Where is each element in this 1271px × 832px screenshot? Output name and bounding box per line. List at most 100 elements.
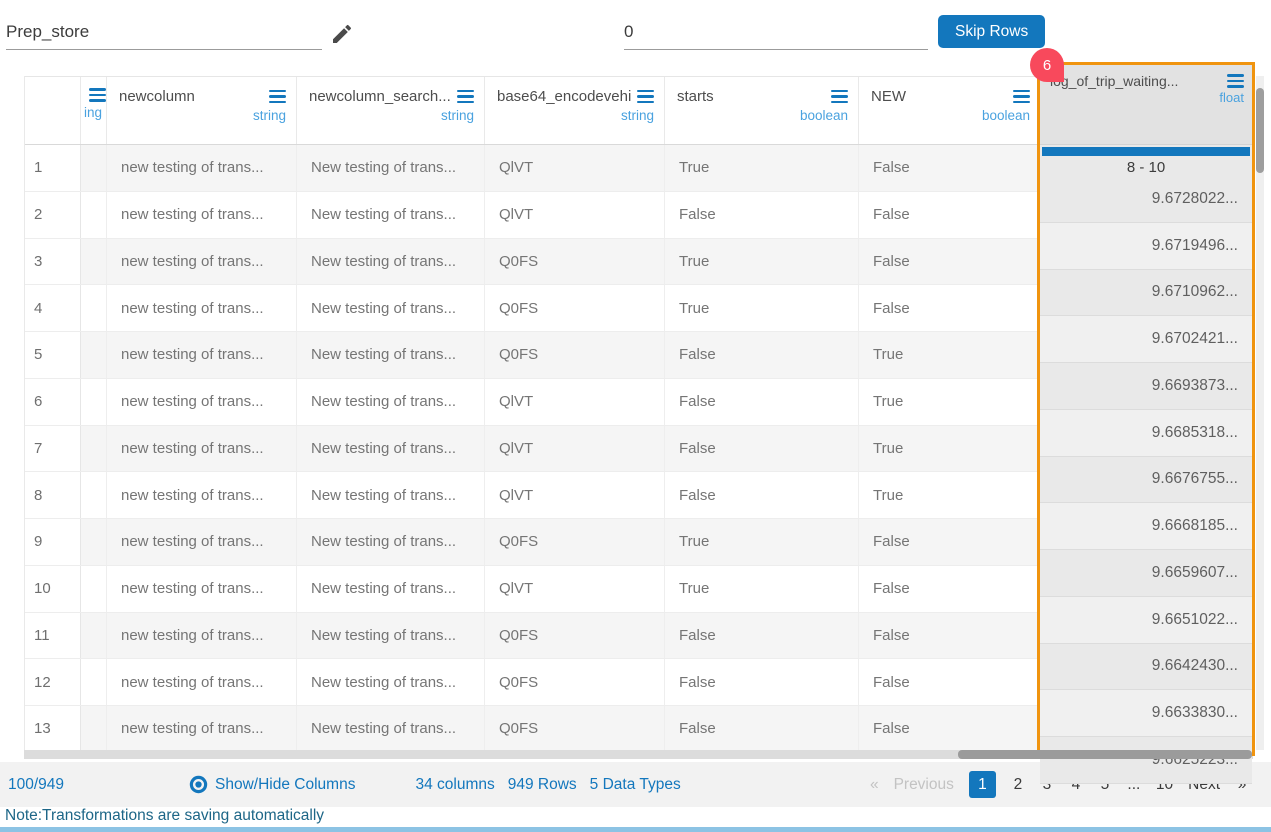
table-cell[interactable]: new testing of trans... (107, 192, 297, 238)
highlighted-column-header[interactable]: log_of_trip_waiting... float (1040, 65, 1252, 145)
table-cell[interactable]: Q0FS (485, 519, 665, 565)
table-cell[interactable]: False (665, 379, 859, 425)
column-menu-icon[interactable] (1013, 90, 1030, 104)
table-cell[interactable]: new testing of trans... (107, 285, 297, 331)
vertical-scrollbar-track[interactable] (1256, 76, 1264, 750)
highlighted-column[interactable]: log_of_trip_waiting... float 8 - 10 9.67… (1037, 62, 1255, 756)
table-cell[interactable]: new testing of trans... (107, 566, 297, 612)
show-hide-columns-button[interactable]: Show/Hide Columns (189, 775, 355, 794)
column-header[interactable]: NEW boolean (859, 77, 1041, 144)
table-cell[interactable] (81, 285, 107, 331)
table-cell[interactable]: New testing of trans... (297, 613, 485, 659)
table-cell[interactable]: Q0FS (485, 659, 665, 705)
highlighted-cell[interactable]: 9.6633830... (1040, 690, 1252, 737)
table-cell[interactable]: new testing of trans... (107, 239, 297, 285)
table-cell[interactable]: False (665, 472, 859, 518)
table-cell[interactable]: QlVT (485, 379, 665, 425)
table-cell[interactable]: False (859, 285, 1041, 331)
table-cell[interactable]: new testing of trans... (107, 426, 297, 472)
table-cell[interactable] (81, 379, 107, 425)
table-cell[interactable]: False (859, 613, 1041, 659)
highlighted-cell[interactable]: 9.6719496... (1040, 223, 1252, 270)
table-cell[interactable]: False (665, 706, 859, 752)
highlighted-cell[interactable]: 9.6728022... (1040, 176, 1252, 223)
vertical-scrollbar-thumb[interactable] (1256, 88, 1264, 173)
highlighted-cell[interactable]: 9.6659607... (1040, 550, 1252, 597)
table-cell[interactable] (81, 426, 107, 472)
rows-count[interactable]: 949 Rows (508, 776, 577, 794)
highlighted-cell[interactable]: 9.6625223... (1040, 737, 1252, 784)
column-header[interactable]: ing (81, 77, 107, 144)
table-cell[interactable]: New testing of trans... (297, 192, 485, 238)
column-menu-icon[interactable] (831, 90, 848, 104)
table-cell[interactable] (81, 659, 107, 705)
table-cell[interactable]: new testing of trans... (107, 379, 297, 425)
table-cell[interactable]: new testing of trans... (107, 659, 297, 705)
column-menu-icon[interactable] (457, 90, 474, 104)
column-header[interactable]: starts boolean (665, 77, 859, 144)
table-cell[interactable]: QlVT (485, 145, 665, 191)
table-cell[interactable]: New testing of trans... (297, 472, 485, 518)
column-menu-icon[interactable] (269, 90, 286, 104)
table-cell[interactable]: False (665, 332, 859, 378)
table-cell[interactable] (81, 472, 107, 518)
table-cell[interactable]: True (859, 472, 1041, 518)
highlighted-cell[interactable]: 9.6693873... (1040, 363, 1252, 410)
table-cell[interactable] (81, 239, 107, 285)
table-cell[interactable]: QlVT (485, 192, 665, 238)
table-cell[interactable] (81, 332, 107, 378)
table-cell[interactable]: New testing of trans... (297, 659, 485, 705)
highlighted-cell[interactable]: 9.6676755... (1040, 457, 1252, 504)
table-cell[interactable]: Q0FS (485, 285, 665, 331)
table-cell[interactable]: New testing of trans... (297, 706, 485, 752)
table-cell[interactable]: False (859, 659, 1041, 705)
table-cell[interactable]: QlVT (485, 426, 665, 472)
table-cell[interactable]: New testing of trans... (297, 239, 485, 285)
table-cell[interactable]: New testing of trans... (297, 566, 485, 612)
table-cell[interactable]: new testing of trans... (107, 706, 297, 752)
horizontal-scrollbar-thumb[interactable] (958, 750, 1252, 759)
table-cell[interactable]: new testing of trans... (107, 472, 297, 518)
table-cell[interactable]: True (665, 239, 859, 285)
table-cell[interactable] (81, 706, 107, 752)
table-cell[interactable] (81, 145, 107, 191)
table-cell[interactable]: False (859, 519, 1041, 565)
skip-rows-button[interactable]: Skip Rows (938, 15, 1045, 48)
table-cell[interactable] (81, 519, 107, 565)
edit-pencil-icon[interactable] (330, 22, 354, 46)
previous-arrow[interactable]: « (870, 776, 879, 794)
table-cell[interactable] (81, 613, 107, 659)
highlighted-cell[interactable]: 9.6651022... (1040, 597, 1252, 644)
page-number[interactable]: 2 (1011, 776, 1025, 794)
table-cell[interactable]: False (859, 239, 1041, 285)
table-cell[interactable]: New testing of trans... (297, 519, 485, 565)
highlighted-cell[interactable]: 9.6668185... (1040, 503, 1252, 550)
highlighted-cell[interactable]: 9.6702421... (1040, 316, 1252, 363)
table-cell[interactable]: False (665, 192, 859, 238)
table-cell[interactable]: New testing of trans... (297, 379, 485, 425)
columns-count[interactable]: 34 columns (415, 776, 494, 794)
table-cell[interactable]: new testing of trans... (107, 145, 297, 191)
table-cell[interactable]: True (665, 519, 859, 565)
table-cell[interactable]: False (859, 192, 1041, 238)
table-cell[interactable]: new testing of trans... (107, 613, 297, 659)
table-cell[interactable]: Q0FS (485, 239, 665, 285)
table-cell[interactable]: False (859, 145, 1041, 191)
column-header[interactable]: newcolumn string (107, 77, 297, 144)
table-cell[interactable]: QlVT (485, 566, 665, 612)
table-cell[interactable]: True (859, 379, 1041, 425)
table-cell[interactable]: True (665, 566, 859, 612)
table-cell[interactable]: New testing of trans... (297, 332, 485, 378)
table-cell[interactable] (81, 192, 107, 238)
table-cell[interactable]: new testing of trans... (107, 332, 297, 378)
annotation-badge[interactable]: 6 (1030, 48, 1064, 82)
table-cell[interactable] (81, 566, 107, 612)
highlighted-cell[interactable]: 9.6685318... (1040, 410, 1252, 457)
column-menu-icon[interactable] (89, 88, 106, 102)
table-cell[interactable]: New testing of trans... (297, 426, 485, 472)
table-cell[interactable]: New testing of trans... (297, 145, 485, 191)
table-cell[interactable]: False (665, 613, 859, 659)
table-cell[interactable]: False (859, 706, 1041, 752)
previous-button[interactable]: Previous (894, 776, 954, 794)
table-cell[interactable]: QlVT (485, 472, 665, 518)
